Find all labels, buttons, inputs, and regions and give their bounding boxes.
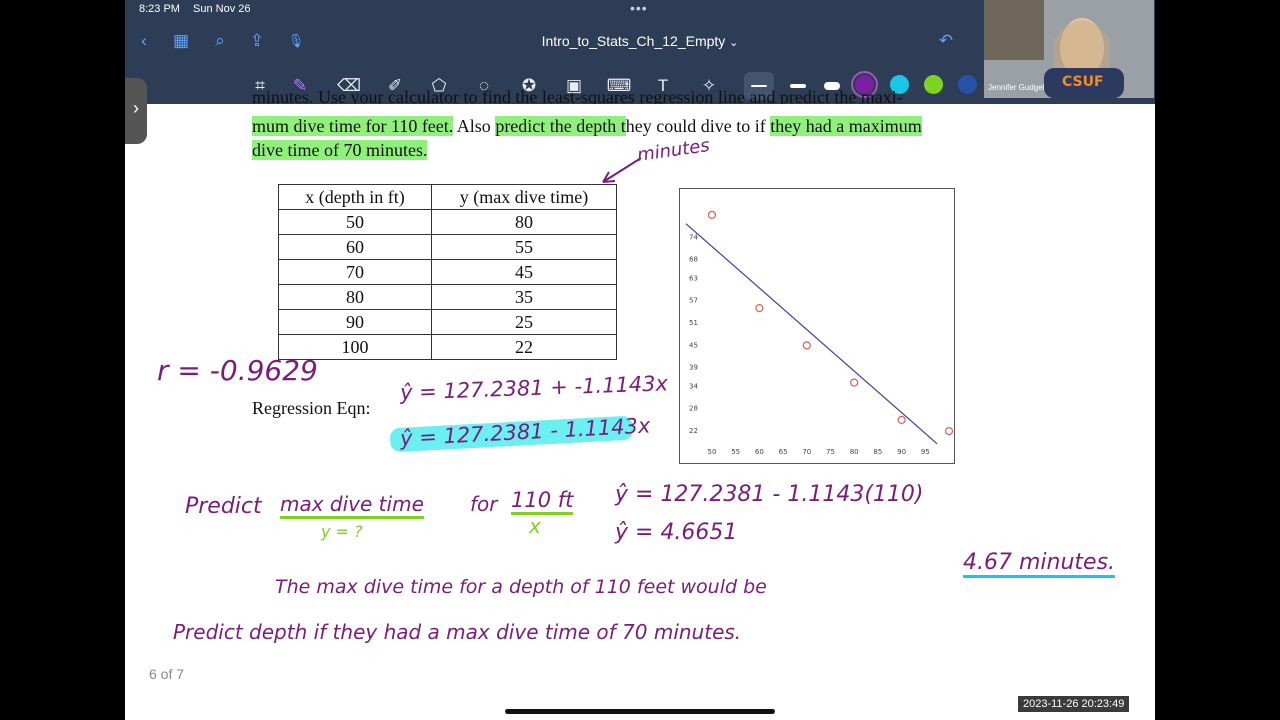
cell-x: 60 xyxy=(278,234,432,260)
y-tick-label: 34 xyxy=(689,382,698,390)
table-row: 60 55 xyxy=(278,234,617,260)
y-tick-label: 22 xyxy=(689,427,698,435)
table-row: 80 35 xyxy=(278,284,617,310)
timestamp-overlay: 2023-11-26 20:23:49 xyxy=(1018,696,1130,712)
cell-x: 90 xyxy=(278,309,432,335)
note-predict-depth: Predict depth if they had a max dive tim… xyxy=(173,620,742,644)
text-they-could: hey could dive to if xyxy=(625,116,771,136)
sidebar-toggle[interactable]: › xyxy=(125,78,147,144)
y-tick-label: 45 xyxy=(689,341,698,349)
cell-y: 35 xyxy=(431,284,617,310)
chevron-right-icon: › xyxy=(133,98,139,118)
regression-label: Regression Eqn: xyxy=(252,398,371,418)
cell-y: 55 xyxy=(431,234,617,260)
y-tick-label: 57 xyxy=(689,297,698,305)
hl-predict-depth: predict the depth t xyxy=(495,116,626,136)
scatter-plot: 50 55 60 65 70 75 80 85 90 95 22 28 34 39 45 51 57 63 68 74 xyxy=(679,188,955,464)
note-answer: 4.67 minutes. xyxy=(963,550,1116,578)
note-minutes: minutes xyxy=(635,135,711,166)
table-row: 70 45 xyxy=(278,259,617,285)
x-tick-label: 90 xyxy=(897,448,906,456)
hl-max-time: they had a maximum xyxy=(770,116,922,136)
cell-y: 45 xyxy=(431,259,617,285)
note-sentence: The max dive time for a depth of 110 fee… xyxy=(275,576,767,598)
status-date: Sun Nov 26 xyxy=(193,3,251,15)
page-indicator: 6 of 7 xyxy=(149,666,185,682)
x-tick-label: 75 xyxy=(826,448,835,456)
note-for: for xyxy=(470,492,498,516)
x-tick-label: 50 xyxy=(708,448,717,456)
webcam-overlay: CSUF Jennifer Gudgel xyxy=(984,0,1154,98)
note-110ft: 110 ft xyxy=(511,488,574,515)
cell-x: 80 xyxy=(278,284,432,310)
x-tick-label: 65 xyxy=(779,448,788,456)
svg-text:CSUF: CSUF xyxy=(1062,74,1104,90)
y-tick-label: 74 xyxy=(689,233,698,241)
problem-line-2: mum dive time for 110 feet. Also predict… xyxy=(252,116,922,137)
hl-dive-time-70: dive time of 70 minutes. xyxy=(252,140,428,160)
y-tick-label: 68 xyxy=(689,256,698,264)
y-tick-label: 63 xyxy=(689,274,698,282)
y-tick-label: 39 xyxy=(689,364,698,372)
cell-y: 80 xyxy=(431,209,617,235)
note-calc-1: ŷ = 127.2381 - 1.1143(110) xyxy=(615,482,924,507)
note-predict-label: Predict xyxy=(185,494,262,519)
y-tick-label: 28 xyxy=(689,405,698,413)
y-tick-label: 51 xyxy=(689,319,698,327)
table-row: 100 22 xyxy=(278,334,617,360)
webcam-name: Jennifer Gudgel xyxy=(988,83,1045,92)
text-also: Also xyxy=(453,116,496,136)
note-calc-2: ŷ = 4.6651 xyxy=(615,520,738,545)
x-tick-label: 85 xyxy=(873,448,882,456)
note-x-mark: x xyxy=(529,514,541,538)
data-table: x (depth in ft) y (max dive time) 50 80 6… xyxy=(278,184,617,360)
note-r-value: r = -0.9629 xyxy=(157,354,318,387)
text-time-110: time for 110 feet. xyxy=(324,116,454,136)
app-screen: 8:23 PM Sun Nov 26 ••• ‹ ▦ ⌕ ⇪ 🎙 Intro_t… xyxy=(125,0,1155,720)
cell-y: 25 xyxy=(431,309,617,335)
x-tick-label: 70 xyxy=(802,448,811,456)
undo-icon[interactable]: ↶ xyxy=(935,30,957,52)
status-bar: 8:23 PM Sun Nov 26 xyxy=(139,3,261,15)
problem-line-1: minutes. Use your calculator to find the… xyxy=(252,90,903,104)
note-eqn-1: ŷ = 127.2381 + -1.1143x xyxy=(399,371,669,405)
multitask-dots-icon[interactable]: ••• xyxy=(630,0,648,16)
table-row: 90 25 xyxy=(278,309,617,335)
cell-x: 70 xyxy=(278,259,432,285)
note-max-dive-time: max dive time xyxy=(280,492,424,519)
chevron-down-icon: ⌄ xyxy=(729,37,739,49)
x-tick-label: 60 xyxy=(755,448,764,456)
x-tick-label: 55 xyxy=(731,448,740,456)
hl-max-dive: mum dive xyxy=(252,116,325,136)
table-header-x: x (depth in ft) xyxy=(278,184,432,210)
x-tick-label: 80 xyxy=(850,448,859,456)
cell-x: 50 xyxy=(278,209,432,235)
document-page[interactable]: minutes. Use your calculator to find the… xyxy=(125,90,1155,720)
cell-y: 22 xyxy=(431,334,617,360)
document-title-text: Intro_to_Stats_Ch_12_Empty xyxy=(541,33,726,49)
table-row: 50 80 xyxy=(278,209,617,235)
table-header-y: y (max dive time) xyxy=(431,184,617,210)
note-y-question: y = ? xyxy=(321,522,363,541)
status-time: 8:23 PM xyxy=(139,3,180,15)
problem-line-3: dive time of 70 minutes. xyxy=(252,140,428,161)
x-tick-label: 95 xyxy=(921,448,930,456)
home-indicator[interactable] xyxy=(505,709,775,714)
